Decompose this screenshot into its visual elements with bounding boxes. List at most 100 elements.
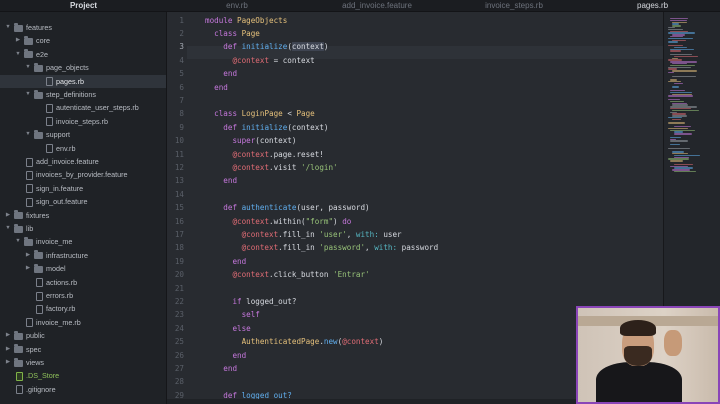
tree-folder[interactable]: ▼ step_definitions — [0, 88, 166, 101]
chevron-down-icon[interactable]: ▼ — [14, 235, 22, 248]
tree-folder[interactable]: ▶ public — [0, 329, 166, 342]
tree-folder[interactable]: ▼ page_objects — [0, 61, 166, 74]
chevron-right-icon[interactable]: ▶ — [24, 249, 32, 262]
tree-folder[interactable]: ▶ model — [0, 262, 166, 275]
code-line[interactable]: if logged_out? — [205, 295, 296, 308]
folder-icon — [24, 49, 33, 59]
code-token: 'Entrar' — [333, 270, 370, 280]
code-token: Page — [296, 109, 315, 119]
tree-file[interactable]: invoice_me.rb — [0, 316, 166, 329]
folder-icon — [14, 22, 23, 32]
tab-env-rb[interactable]: env.rb — [167, 0, 307, 12]
tree-file[interactable]: pages.rb — [0, 74, 166, 88]
tab-project[interactable]: Project — [0, 0, 167, 12]
code-line[interactable]: end — [205, 67, 237, 80]
code-line[interactable]: def initialize(context) — [205, 121, 328, 134]
chevron-down-icon[interactable]: ▼ — [24, 61, 32, 74]
code-line[interactable]: @context.fill_in 'password', with: passw… — [205, 241, 439, 254]
tab-add-invoice-feature[interactable]: add_invoice.feature — [307, 0, 447, 12]
tree-folder[interactable]: ▼ invoice_me — [0, 235, 166, 248]
line-number: 11 — [174, 149, 184, 159]
chevron-right-icon[interactable]: ▶ — [4, 343, 12, 356]
code-token: AuthenticatedPage — [241, 337, 320, 347]
line-number: 18 — [174, 243, 184, 253]
tree-file[interactable]: .gitignore — [0, 383, 166, 396]
chevron-down-icon[interactable]: ▼ — [4, 21, 12, 34]
chevron-right-icon[interactable]: ▶ — [14, 34, 22, 47]
tree-file[interactable]: invoice_steps.rb — [0, 115, 166, 128]
code-line[interactable]: end — [205, 174, 237, 187]
chevron-right-icon[interactable]: ▶ — [4, 209, 12, 222]
code-token: def — [223, 203, 242, 213]
tree-file[interactable]: .DS_Store — [0, 369, 166, 382]
minimap-line — [670, 19, 687, 22]
code-token: @context — [241, 243, 279, 253]
minimap-line — [670, 144, 680, 146]
tree-folder[interactable]: ▼ features — [0, 21, 166, 34]
code-line[interactable]: @context.page.reset! — [205, 148, 323, 161]
chevron-down-icon[interactable]: ▼ — [4, 222, 12, 235]
tree-folder[interactable]: ▼ lib — [0, 222, 166, 235]
chevron-down-icon[interactable]: ▼ — [24, 128, 32, 141]
line-number: 22 — [174, 296, 184, 306]
tree-folder[interactable]: ▶ spec — [0, 343, 166, 356]
tree-file[interactable]: add_invoice.feature — [0, 155, 166, 168]
tree-folder[interactable]: ▶ fixtures — [0, 209, 166, 222]
file-icon — [26, 197, 33, 207]
chevron-right-icon[interactable]: ▶ — [4, 329, 12, 342]
line-number: 14 — [174, 189, 184, 199]
code-line[interactable]: def authenticate(user, password) — [205, 201, 369, 214]
tree-file[interactable]: factory.rb — [0, 302, 166, 315]
chevron-down-icon[interactable]: ▼ — [14, 48, 22, 61]
tree-file[interactable]: invoices_by_provider.feature — [0, 168, 166, 181]
code-token: @context — [342, 337, 379, 347]
tree-folder[interactable]: ▶ infrastructure — [0, 249, 166, 262]
tree-folder[interactable]: ▶ views — [0, 356, 166, 369]
code-line[interactable]: self — [205, 308, 260, 321]
tree-file[interactable]: errors.rb — [0, 289, 166, 302]
code-line[interactable]: else — [205, 322, 251, 335]
line-number: 3 — [179, 42, 184, 52]
tree-file[interactable]: env.rb — [0, 142, 166, 155]
tree-file[interactable]: actions.rb — [0, 276, 166, 289]
tree-folder[interactable]: ▼ support — [0, 128, 166, 141]
code-line[interactable]: end — [205, 255, 246, 268]
tree-file[interactable]: sign_in.feature — [0, 182, 166, 195]
file-icon — [26, 184, 33, 194]
tree-file[interactable]: autenticate_user_steps.rb — [0, 101, 166, 114]
chevron-right-icon[interactable]: ▶ — [24, 262, 32, 275]
code-line[interactable]: @context.within("form") do — [205, 215, 351, 228]
code-line[interactable]: AuthenticatedPage.new(@context) — [205, 335, 384, 348]
code-line[interactable]: @context.visit '/login' — [205, 161, 337, 174]
code-line[interactable]: module PageObjects — [205, 14, 287, 27]
chevron-down-icon[interactable]: ▼ — [24, 88, 32, 101]
file-icon — [46, 117, 53, 127]
tab-pages-rb[interactable]: pages.rb — [581, 0, 720, 12]
tab-invoice-steps-rb[interactable]: invoice_steps.rb — [447, 0, 581, 12]
code-line[interactable]: @context = context — [205, 54, 314, 67]
code-token: else — [232, 323, 251, 333]
webcam-person-beard — [624, 346, 652, 366]
code-line[interactable]: @context.fill_in 'user', with: user — [205, 228, 402, 241]
tree-folder[interactable]: ▼ e2e — [0, 48, 166, 61]
tree-item-label: errors.rb — [46, 291, 74, 300]
tree-folder[interactable]: ▶ core — [0, 34, 166, 47]
tree-file[interactable]: sign_out.feature — [0, 195, 166, 208]
code-line[interactable]: end — [205, 349, 246, 362]
chevron-right-icon[interactable]: ▶ — [4, 356, 12, 369]
code-token: , — [365, 243, 375, 253]
minimap-line — [674, 154, 700, 157]
code-line[interactable]: end — [205, 362, 237, 375]
code-line[interactable]: @context.click_button 'Entrar' — [205, 268, 370, 281]
code-token: 'user' — [319, 229, 347, 239]
code-line[interactable]: super(context) — [205, 134, 296, 147]
code-line[interactable]: class Page — [205, 27, 260, 40]
code-line[interactable]: def initialize(context) — [205, 40, 328, 53]
tree-item-label: page_objects — [46, 63, 89, 73]
code-token: ) — [333, 216, 343, 226]
code-line[interactable]: end — [205, 81, 228, 94]
code-line[interactable]: class LoginPage < Page — [205, 107, 315, 120]
